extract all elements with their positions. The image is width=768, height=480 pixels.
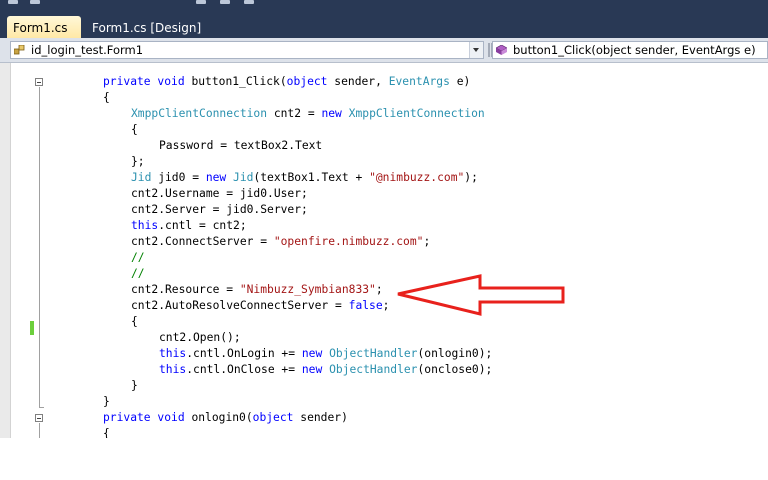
annotation-arrow [397, 274, 565, 316]
